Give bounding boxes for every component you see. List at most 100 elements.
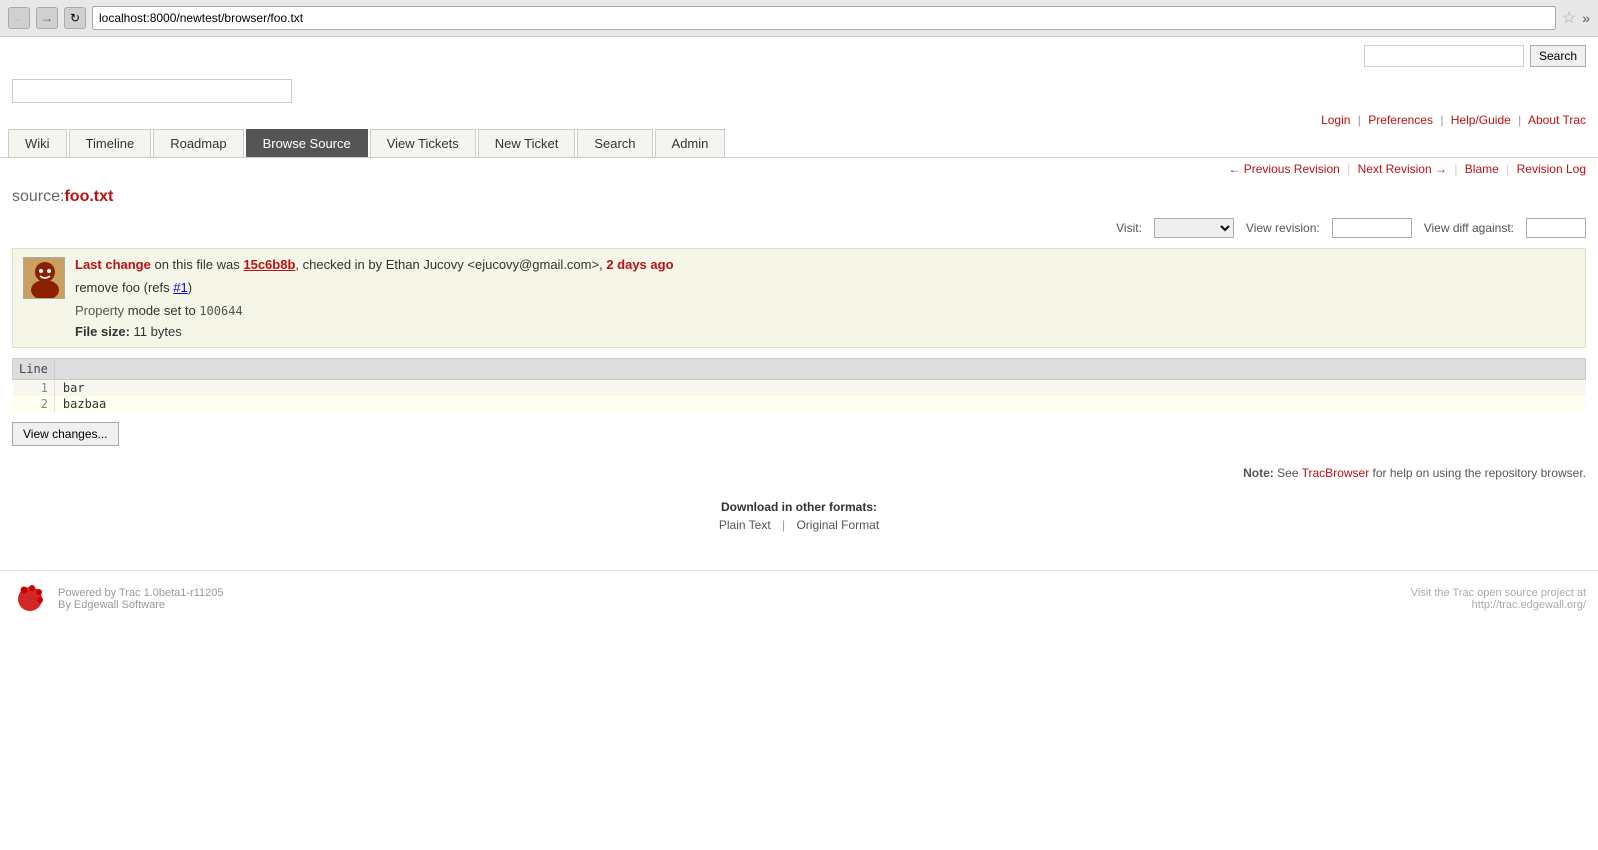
note-text: See bbox=[1274, 466, 1302, 480]
commit-msg-text: remove foo (refs bbox=[75, 280, 173, 295]
view-diff-label: View diff against: bbox=[1424, 221, 1514, 235]
rev-sep3: | bbox=[1506, 162, 1509, 176]
table-row: 1bar bbox=[13, 380, 1586, 397]
login-link[interactable]: Login bbox=[1321, 113, 1350, 127]
sep3: | bbox=[1518, 113, 1521, 127]
footer-right: Visit the Trac open source project at ht… bbox=[1411, 587, 1586, 611]
visit-label: Visit: bbox=[1116, 221, 1142, 235]
tab-new-ticket[interactable]: New Ticket bbox=[478, 129, 576, 157]
view-diff-input[interactable] bbox=[1526, 218, 1586, 238]
change-info-box: Last change on this file was 15c6b8b, ch… bbox=[12, 248, 1586, 348]
preferences-link[interactable]: Preferences bbox=[1368, 113, 1433, 127]
avatar bbox=[23, 257, 65, 299]
line-number: 2 bbox=[13, 396, 55, 412]
tab-timeline[interactable]: Timeline bbox=[69, 129, 152, 157]
chrome-menu-button[interactable]: » bbox=[1582, 10, 1590, 26]
content-col-header bbox=[54, 359, 1585, 380]
line-content: bazbaa bbox=[54, 396, 1585, 412]
trac-version-link[interactable]: Trac 1.0beta1-r11205 bbox=[119, 587, 224, 599]
tab-browse-source[interactable]: Browse Source bbox=[246, 129, 368, 157]
project-url-link[interactable]: http://trac.edgewall.org/ bbox=[1472, 599, 1586, 611]
page-wrapper: Search Login | Preferences | Help/Guide … bbox=[0, 37, 1598, 627]
top-nav-links: Login | Preferences | Help/Guide | About… bbox=[0, 111, 1598, 129]
change-text: Last change on this file was 15c6b8b, ch… bbox=[75, 257, 674, 272]
title-prefix: source: bbox=[12, 188, 64, 205]
view-revision-label: View revision: bbox=[1246, 221, 1320, 235]
file-content-table: Line 1bar2bazbaa bbox=[12, 358, 1586, 412]
logo-area bbox=[0, 75, 1598, 111]
download-section: Download in other formats: Plain Text | … bbox=[12, 500, 1586, 532]
download-formats: Plain Text | Original Format bbox=[12, 518, 1586, 532]
previous-revision-link[interactable]: ← Previous Revision bbox=[1228, 162, 1339, 176]
back-button[interactable]: ← bbox=[8, 7, 30, 29]
forward-button[interactable]: → bbox=[36, 7, 58, 29]
line-col-header: Line bbox=[13, 359, 55, 380]
tab-view-tickets[interactable]: View Tickets bbox=[370, 129, 476, 157]
format-sep: | bbox=[782, 518, 785, 532]
trac-paw-icon bbox=[12, 581, 48, 617]
tab-search[interactable]: Search bbox=[577, 129, 652, 157]
table-row: 2bazbaa bbox=[13, 396, 1586, 412]
plain-text-link[interactable]: Plain Text bbox=[719, 518, 771, 532]
last-change-label: Last change bbox=[75, 257, 151, 272]
view-changes-button[interactable]: View changes... bbox=[12, 422, 119, 446]
sep2: | bbox=[1440, 113, 1443, 127]
original-format-link[interactable]: Original Format bbox=[796, 518, 879, 532]
title-filename: foo.txt bbox=[64, 188, 113, 205]
refresh-button[interactable]: ↻ bbox=[64, 7, 86, 29]
view-controls: Visit: View revision: View diff against: bbox=[12, 218, 1586, 238]
logo-input[interactable] bbox=[12, 79, 292, 103]
bookmark-button[interactable]: ☆ bbox=[1562, 8, 1576, 28]
checked-in-text: , checked in by Ethan Jucovy <ejucovy@gm… bbox=[295, 257, 606, 272]
time-ago: 2 days ago bbox=[606, 257, 673, 272]
line-content: bar bbox=[54, 380, 1585, 397]
note-section: Note: See TracBrowser for help on using … bbox=[12, 466, 1586, 480]
sep1: | bbox=[1358, 113, 1361, 127]
set-to-text: set to bbox=[160, 303, 199, 318]
change-on-text: on this file was bbox=[151, 257, 244, 272]
change-details-text: Last change on this file was 15c6b8b, ch… bbox=[75, 257, 674, 339]
browser-chrome: ← → ↻ ☆ » bbox=[0, 0, 1598, 37]
line-number: 1 bbox=[13, 380, 55, 397]
revision-log-link[interactable]: Revision Log bbox=[1517, 162, 1586, 176]
footer: Powered by Trac 1.0beta1-r11205 By Edgew… bbox=[0, 570, 1598, 627]
footer-left: Powered by Trac 1.0beta1-r11205 By Edgew… bbox=[12, 581, 224, 617]
top-bar: Search bbox=[0, 37, 1598, 75]
tab-roadmap[interactable]: Roadmap bbox=[153, 129, 243, 157]
powered-by-text: Powered by bbox=[58, 587, 116, 599]
property-label: Property bbox=[75, 303, 124, 318]
address-bar[interactable] bbox=[92, 6, 1556, 30]
helpguide-link[interactable]: Help/Guide bbox=[1451, 113, 1511, 127]
ticket-ref-link[interactable]: #1 bbox=[173, 280, 187, 295]
note-suffix: for help on using the repository browser… bbox=[1369, 466, 1586, 480]
revision-bar: ← Previous Revision | Next Revision → | … bbox=[0, 158, 1598, 180]
edgewall-link[interactable]: Edgewall Software bbox=[74, 599, 165, 611]
content-area: source:foo.txt Visit: View revision: Vie… bbox=[0, 180, 1598, 570]
top-search-input[interactable] bbox=[1364, 45, 1524, 67]
blame-link[interactable]: Blame bbox=[1465, 162, 1499, 176]
download-title: Download in other formats: bbox=[12, 500, 1586, 514]
main-nav: Wiki Timeline Roadmap Browse Source View… bbox=[0, 129, 1598, 158]
by-text: By bbox=[58, 599, 71, 611]
ticket-suffix: ) bbox=[188, 280, 192, 295]
tab-admin[interactable]: Admin bbox=[655, 129, 726, 157]
property-change: Property mode set to 100644 bbox=[75, 303, 674, 318]
mode-value: 100644 bbox=[199, 304, 242, 318]
visit-text: Visit the Trac open source project at bbox=[1411, 587, 1586, 599]
file-size-label: File size: bbox=[75, 324, 130, 339]
view-revision-input[interactable] bbox=[1332, 218, 1412, 238]
rev-sep1: | bbox=[1347, 162, 1350, 176]
about-trac-link[interactable]: About Trac bbox=[1528, 113, 1586, 127]
rev-sep2: | bbox=[1454, 162, 1457, 176]
tab-wiki[interactable]: Wiki bbox=[8, 129, 67, 157]
tracbrowser-link[interactable]: TracBrowser bbox=[1302, 466, 1370, 480]
footer-powered-by: Powered by Trac 1.0beta1-r11205 By Edgew… bbox=[58, 587, 224, 611]
commit-message: remove foo (refs #1) bbox=[75, 280, 674, 295]
file-size-info: File size: 11 bytes bbox=[75, 324, 674, 339]
trac-logo bbox=[12, 581, 48, 617]
commit-hash-link[interactable]: 15c6b8b bbox=[243, 257, 295, 272]
file-size-value: 11 bytes bbox=[134, 324, 182, 339]
visit-select[interactable] bbox=[1154, 218, 1234, 238]
top-search-button[interactable]: Search bbox=[1530, 45, 1586, 67]
next-revision-link[interactable]: Next Revision → bbox=[1358, 162, 1447, 176]
